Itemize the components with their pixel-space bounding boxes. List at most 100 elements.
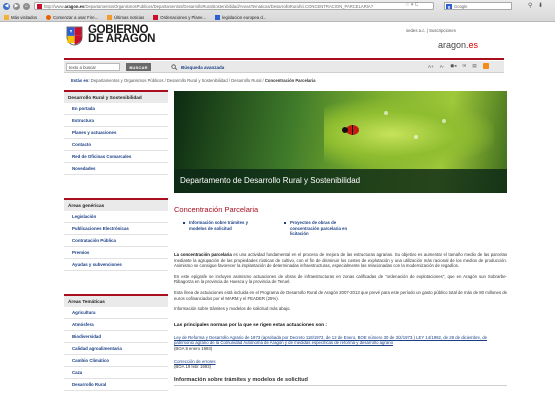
back-icon[interactable]: ◀ (3, 2, 10, 10)
page-title: Concentración Parcelaria (174, 205, 259, 214)
url-bar[interactable]: http://www.aragon.es/DepartamentosOrgani… (34, 2, 434, 10)
eu-favicon-icon (215, 14, 221, 20)
brand-name: aragon (438, 40, 467, 50)
bookmark-star-icon[interactable]: ☆ ▾ C (405, 2, 418, 8)
sidebar-item-contacto[interactable]: Contacto (64, 139, 168, 151)
water-drop-icon (442, 119, 446, 123)
search-button[interactable]: BUSCAR (126, 63, 151, 71)
sidebar-item-ayudas[interactable]: Ayudas y subvenciones (64, 259, 168, 271)
ley-reforma-link[interactable]: Ley de Reforma y Desarrollo Agrario de 1… (174, 335, 507, 346)
paragraph-4: Información sobre trámites y modelos de … (174, 306, 291, 312)
water-drop-icon (414, 135, 418, 139)
sidebar-item-agricultura[interactable]: Agricultura (64, 307, 168, 319)
url-prefix: http://www. (44, 4, 65, 9)
proyectos-link-label: Proyectos de obras de concentración parc… (290, 220, 348, 237)
sidebar-item-estructura[interactable]: Estructura (64, 115, 168, 127)
browser-chrome: ◀ ▶ ⌂ http://www.aragon.es/Departamentos… (0, 0, 555, 22)
bookmark-item[interactable]: legislacion europea d... (215, 14, 266, 20)
search-input[interactable] (66, 63, 120, 71)
print-icon[interactable]: ▤ (472, 63, 476, 69)
advanced-search-link[interactable]: Búsqueda avanzada (171, 64, 224, 70)
intro-bold: La concentración parcelaria (174, 252, 232, 257)
bullet-icon (284, 222, 286, 224)
bookmark-item[interactable]: Últimas noticias (107, 14, 144, 20)
bookmark-label: Ordenaciones y Plane... (160, 14, 207, 20)
sidebar-item-atmosfera[interactable]: Atmósfera (64, 319, 168, 331)
breadcrumb-current: Concentración Parcelaria (264, 78, 316, 83)
hero-caption: Departamento de Desarrollo Rural y Soste… (174, 169, 507, 193)
sidebar-item-planes[interactable]: Planes y actuaciones (64, 127, 168, 139)
firefox-icon (46, 14, 52, 20)
quick-links: Información sobre trámites y modelos de … (174, 220, 507, 252)
bullet-icon (183, 222, 185, 224)
bookmark-label: Comenzar a usar Fire... (53, 14, 99, 20)
sidebar-item-novedades[interactable]: Novedades (64, 163, 168, 175)
bookmark-label: Más visitados (11, 14, 38, 20)
font-increase-button[interactable]: A+ (428, 64, 434, 69)
browser-search-field[interactable]: g Google (444, 2, 512, 10)
sidebar-item-biodiversidad[interactable]: Biodiversidad (64, 331, 168, 343)
hero-banner: Departamento de Desarrollo Rural y Soste… (174, 91, 507, 193)
correccion-errores-note: (BOA 19 febr 1993) (174, 364, 212, 370)
sidebar-section-title[interactable]: Desarrollo Rural y Sostenibilidad (64, 90, 168, 103)
advanced-search-label: Búsqueda avanzada (181, 64, 225, 70)
breadcrumb-label: Estás en: (71, 78, 90, 83)
sidebar-item-caza[interactable]: Caza (64, 367, 168, 379)
sidebar-item-red-oficinas[interactable]: Red de Oficinas Comarcales (64, 151, 168, 163)
search-bar: BUSCAR Búsqueda avanzada A+ A- ◼◂ ✉ ▤ (64, 61, 504, 73)
bookmarks-bar: Más visitados Comenzar a usar Fire... Úl… (0, 12, 555, 22)
coat-of-arms-icon (66, 26, 83, 46)
paragraph-3: Esta línea de actuaciones está incluida … (174, 289, 507, 301)
sidebar-item-calidad[interactable]: Calidad agroalimentaria (64, 343, 168, 355)
tramites-link-label: Información sobre trámites y modelos de … (189, 220, 248, 231)
site-favicon-icon (37, 4, 42, 9)
home-icon[interactable]: ⌂ (23, 2, 30, 10)
bookmark-item[interactable]: Comenzar a usar Fire... (46, 14, 99, 20)
ley-reforma-note: (BOA 8 enero 1993) (174, 345, 213, 351)
share-icon[interactable]: ◼◂ (450, 63, 456, 69)
brand-suffix: es (468, 40, 479, 50)
bookmark-icon (4, 14, 9, 20)
normas-heading: Las principales normas por la que se rig… (174, 322, 328, 328)
page-tools: A+ A- ◼◂ ✉ ▤ (428, 63, 489, 69)
email-icon[interactable]: ✉ (462, 63, 466, 69)
top-links[interactable]: sedes a.c. | Suscripciones (406, 28, 456, 33)
water-drop-icon (384, 111, 388, 115)
rss-icon[interactable] (482, 63, 489, 69)
section-tramites-heading: Información sobre trámites y modelos de … (174, 377, 507, 386)
sidebar-item-cambio-climatico[interactable]: Cambio Climático (64, 355, 168, 367)
gobierno-aragon-logo[interactable]: GOBIERNO DE ARAGON (66, 24, 155, 52)
sidebar-item-legislacion[interactable]: Legislación (64, 211, 168, 223)
forward-icon[interactable]: ▶ (13, 2, 20, 10)
sidebar-section-title: Áreas genéricas (64, 198, 168, 211)
aragon-es-brand[interactable]: aragon.es (438, 40, 478, 50)
site-page: GOBIERNO DE ARAGON sedes a.c. | Suscripc… (60, 22, 508, 400)
breadcrumb: Estás en: Departamentos y Organismos Púb… (71, 78, 315, 83)
bookmark-item[interactable]: Ordenaciones y Plane... (153, 14, 207, 20)
paragraph-2: En este epígrafe se incluyen asimismo ac… (174, 273, 507, 285)
font-decrease-button[interactable]: A- (440, 64, 445, 69)
sidebar-item-en-portada[interactable]: En portada (64, 103, 168, 115)
header-divider (64, 58, 504, 60)
google-icon: g (446, 4, 452, 9)
browser-search-placeholder: Google (454, 4, 468, 9)
sidebar-item-contratacion[interactable]: Contratación Pública (64, 235, 168, 247)
sidebar-item-publicaciones[interactable]: Publicaciones Electrónicas (64, 223, 168, 235)
aragon-favicon-icon (153, 14, 159, 20)
sidebar-item-desarrollo-rural[interactable]: Desarrollo Rural (64, 379, 168, 391)
main-content: Concentración Parcelaria Información sob… (174, 198, 507, 386)
tramites-link[interactable]: Información sobre trámites y modelos de … (183, 220, 261, 231)
url-path: /DepartamentosOrganismosPublicos/Departa… (84, 4, 374, 9)
toolbar-menu-icon[interactable]: ⚲ ⬇ (528, 2, 545, 9)
intro-paragraph: La concentración parcelaria es una activ… (174, 252, 507, 269)
magnifier-icon (171, 64, 178, 70)
sidebar: Desarrollo Rural y Sostenibilidad En por… (64, 90, 168, 391)
ladybug-icon (342, 125, 359, 135)
url-domain: aragon.es (64, 4, 85, 9)
sidebar-section-title: Áreas Temáticas (64, 294, 168, 307)
sidebar-item-premios[interactable]: Premios (64, 247, 168, 259)
bookmark-item[interactable]: Más visitados (4, 14, 38, 20)
breadcrumb-path[interactable]: Departamentos y Organismos Públicos / De… (91, 78, 264, 83)
rss-feed-icon (107, 14, 113, 20)
proyectos-link[interactable]: Proyectos de obras de concentración parc… (284, 220, 366, 237)
